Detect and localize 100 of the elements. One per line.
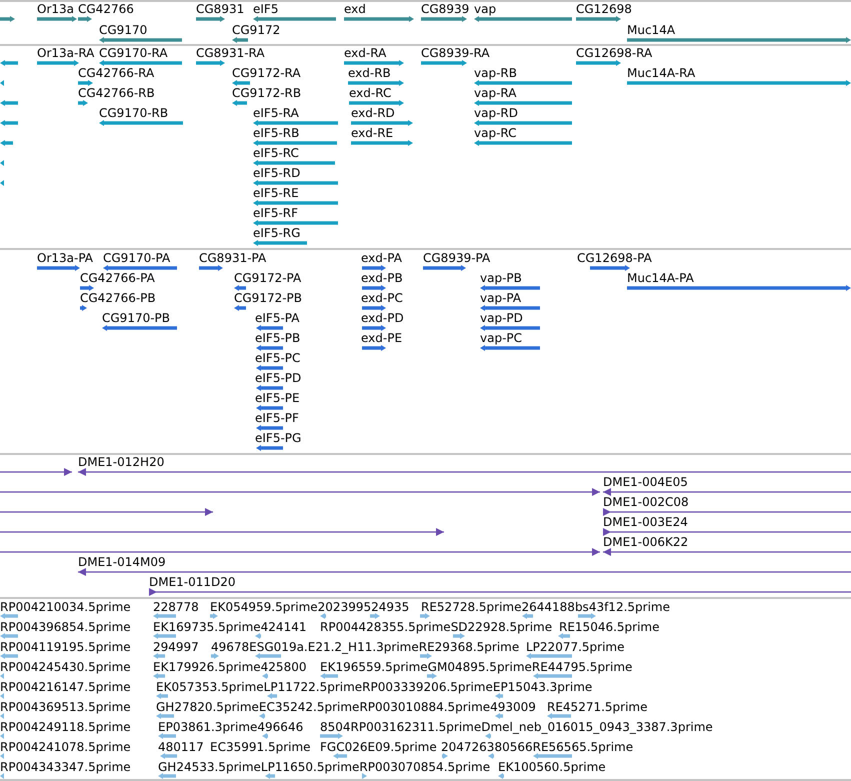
clone-label: DME1-004E05 [603, 475, 688, 489]
est-label: FGC026E09.5prime [320, 740, 437, 754]
protein-label: vap-PD [480, 311, 523, 325]
protein-label: Muc14A-PA [627, 271, 694, 285]
transcript-label: vap-RA [474, 86, 516, 100]
protein-label: CG42766-PA [80, 271, 155, 285]
transcript-label: eIF5-RC [253, 146, 299, 160]
gene-label: CG9172 [232, 23, 280, 37]
protein-label: exd-PA [361, 251, 402, 265]
protein-label: exd-PE [361, 331, 402, 345]
gene-label: Muc14A [627, 23, 676, 37]
gene-label: exd [344, 2, 366, 16]
gene-label: eIF5 [253, 2, 278, 16]
protein-label: CG8931-PA [199, 251, 266, 265]
est-label: 294997 [153, 640, 199, 654]
transcript-label: Or13a-RA [37, 46, 94, 60]
est-label: RE45271.5prime [547, 700, 648, 714]
protein-label: eIF5-PG [255, 431, 302, 445]
transcript-label: CG9170-RB [99, 106, 168, 120]
gene-label: CG12698 [576, 2, 632, 16]
transcript-label: eIF5-RA [253, 106, 299, 120]
est-label: EK057353.5primeLP11722.5primeRP003339206.5primeEP15043.3prime [156, 680, 592, 694]
protein-label: CG8939-PA [423, 251, 490, 265]
transcript-label: CG8931-RA [196, 46, 265, 60]
est-label: RP004249118.5prime [0, 720, 131, 734]
protein-label: CG42766-PB [80, 291, 156, 305]
protein-label: Or13a-PA [37, 251, 94, 265]
est-label: 49678ESG019a.E21.2_H11.3primeRE29368.5prime [211, 640, 520, 654]
est-label: RP004245430.5prime [0, 660, 131, 674]
clone-label: DME1-003E24 [603, 515, 688, 529]
protein-label: eIF5-PE [255, 391, 300, 405]
transcript-label: eIF5-RG [253, 226, 300, 240]
est-label: RP004396854.5prime [0, 620, 131, 634]
transcript-label: exd-RB [348, 66, 391, 80]
protein-label: CG9172-PA [234, 271, 302, 285]
protein-label: CG9172-PB [234, 291, 302, 305]
transcript-label: CG9170-RA [99, 46, 168, 60]
protein-label: eIF5-PF [255, 411, 299, 425]
est-label: EK054959.5prime202399524935 [210, 600, 410, 614]
est-label: EK179926.5prime425800 [153, 660, 306, 674]
gene-label: CG42766 [78, 2, 134, 16]
est-label: RE15046.5prime [559, 620, 660, 634]
transcript-label: vap-RB [474, 66, 517, 80]
transcript-label: CG42766-RB [78, 86, 155, 100]
protein-label: exd-PC [361, 291, 403, 305]
est-label: 204726380566RE56565.5prime [441, 740, 634, 754]
clone-label: DME1-012H20 [78, 455, 164, 469]
est-label: RP004343347.5prime [0, 760, 131, 774]
clone-label: DME1-006K22 [603, 535, 688, 549]
est-label: RP004369513.5prime [0, 700, 131, 714]
transcript-label: exd-RA [344, 46, 386, 60]
transcript-label: vap-RD [474, 106, 518, 120]
est-label: RE52728.5prime2644188bs43f12.5prime [421, 600, 670, 614]
est-label: GH27820.5primeEC35242.5primeRP003010884.5prime493009 [156, 700, 536, 714]
est-label: EP03861.3prime496646 [158, 720, 304, 734]
clone-label: DME1-002C08 [603, 495, 689, 509]
protein-label: CG9170-PA [103, 251, 170, 265]
protein-label: vap-PC [480, 331, 522, 345]
protein-label: eIF5-PB [255, 331, 300, 345]
gene-label: CG8931 [196, 2, 244, 16]
est-label: RP004119195.5prime [0, 640, 131, 654]
gene-label: Or13a [37, 2, 74, 16]
transcript-label: CG42766-RA [78, 66, 154, 80]
transcript-label: CG8939-RA [421, 46, 490, 60]
est-label: LP22077.5prime [526, 640, 625, 654]
est-label: EC35991.5prime [210, 740, 311, 754]
protein-label: vap-PA [480, 291, 522, 305]
transcript-label: eIF5-RB [253, 126, 300, 140]
est-label: EK100560.5prime [498, 760, 606, 774]
est-label: GH24533.5primeLP11650.5primeRP003070854.5prime [158, 760, 490, 774]
protein-label: eIF5-PC [255, 351, 300, 365]
protein-label: exd-PD [361, 311, 404, 325]
transcript-label: CG12698-RA [576, 46, 652, 60]
transcript-label: vap-RC [474, 126, 517, 140]
clone-label: DME1-014M09 [78, 555, 166, 569]
est-label: RP004241078.5prime [0, 740, 131, 754]
transcript-label: CG9172-RA [232, 66, 301, 80]
gene-label: CG8939 [421, 2, 470, 16]
protein-label: eIF5-PD [255, 371, 302, 385]
est-label: RP004216147.5prime [0, 680, 131, 694]
transcript-label: eIF5-RF [253, 206, 298, 220]
protein-label: exd-PB [361, 271, 403, 285]
est-label: RP004210034.5prime [0, 600, 131, 614]
transcript-label: eIF5-RD [253, 166, 300, 180]
protein-label: CG9170-PB [102, 311, 170, 325]
est-label: EK169735.5prime424141 [153, 620, 306, 634]
transcript-label: Muc14A-RA [627, 66, 696, 80]
est-label: EK196559.5primeGM04895.5primeRE44795.5prime [320, 660, 632, 674]
clone-label: DME1-011D20 [149, 575, 236, 589]
est-label: 8504RP003162311.5primeDmel_neb_016015_0943_3387.3prime [320, 720, 713, 734]
est-label: 228778 [153, 600, 199, 614]
est-label: RP004428355.5primeSD22928.5prime [320, 620, 552, 634]
est-label: 480117 [158, 740, 204, 754]
transcript-label: exd-RE [351, 126, 394, 140]
transcript-label: CG9172-RB [232, 86, 302, 100]
protein-label: eIF5-PA [255, 311, 300, 325]
gene-label: vap [474, 2, 496, 16]
transcript-label: eIF5-RE [253, 186, 299, 200]
transcript-label: exd-RC [349, 86, 392, 100]
protein-label: CG12698-PA [577, 251, 652, 265]
